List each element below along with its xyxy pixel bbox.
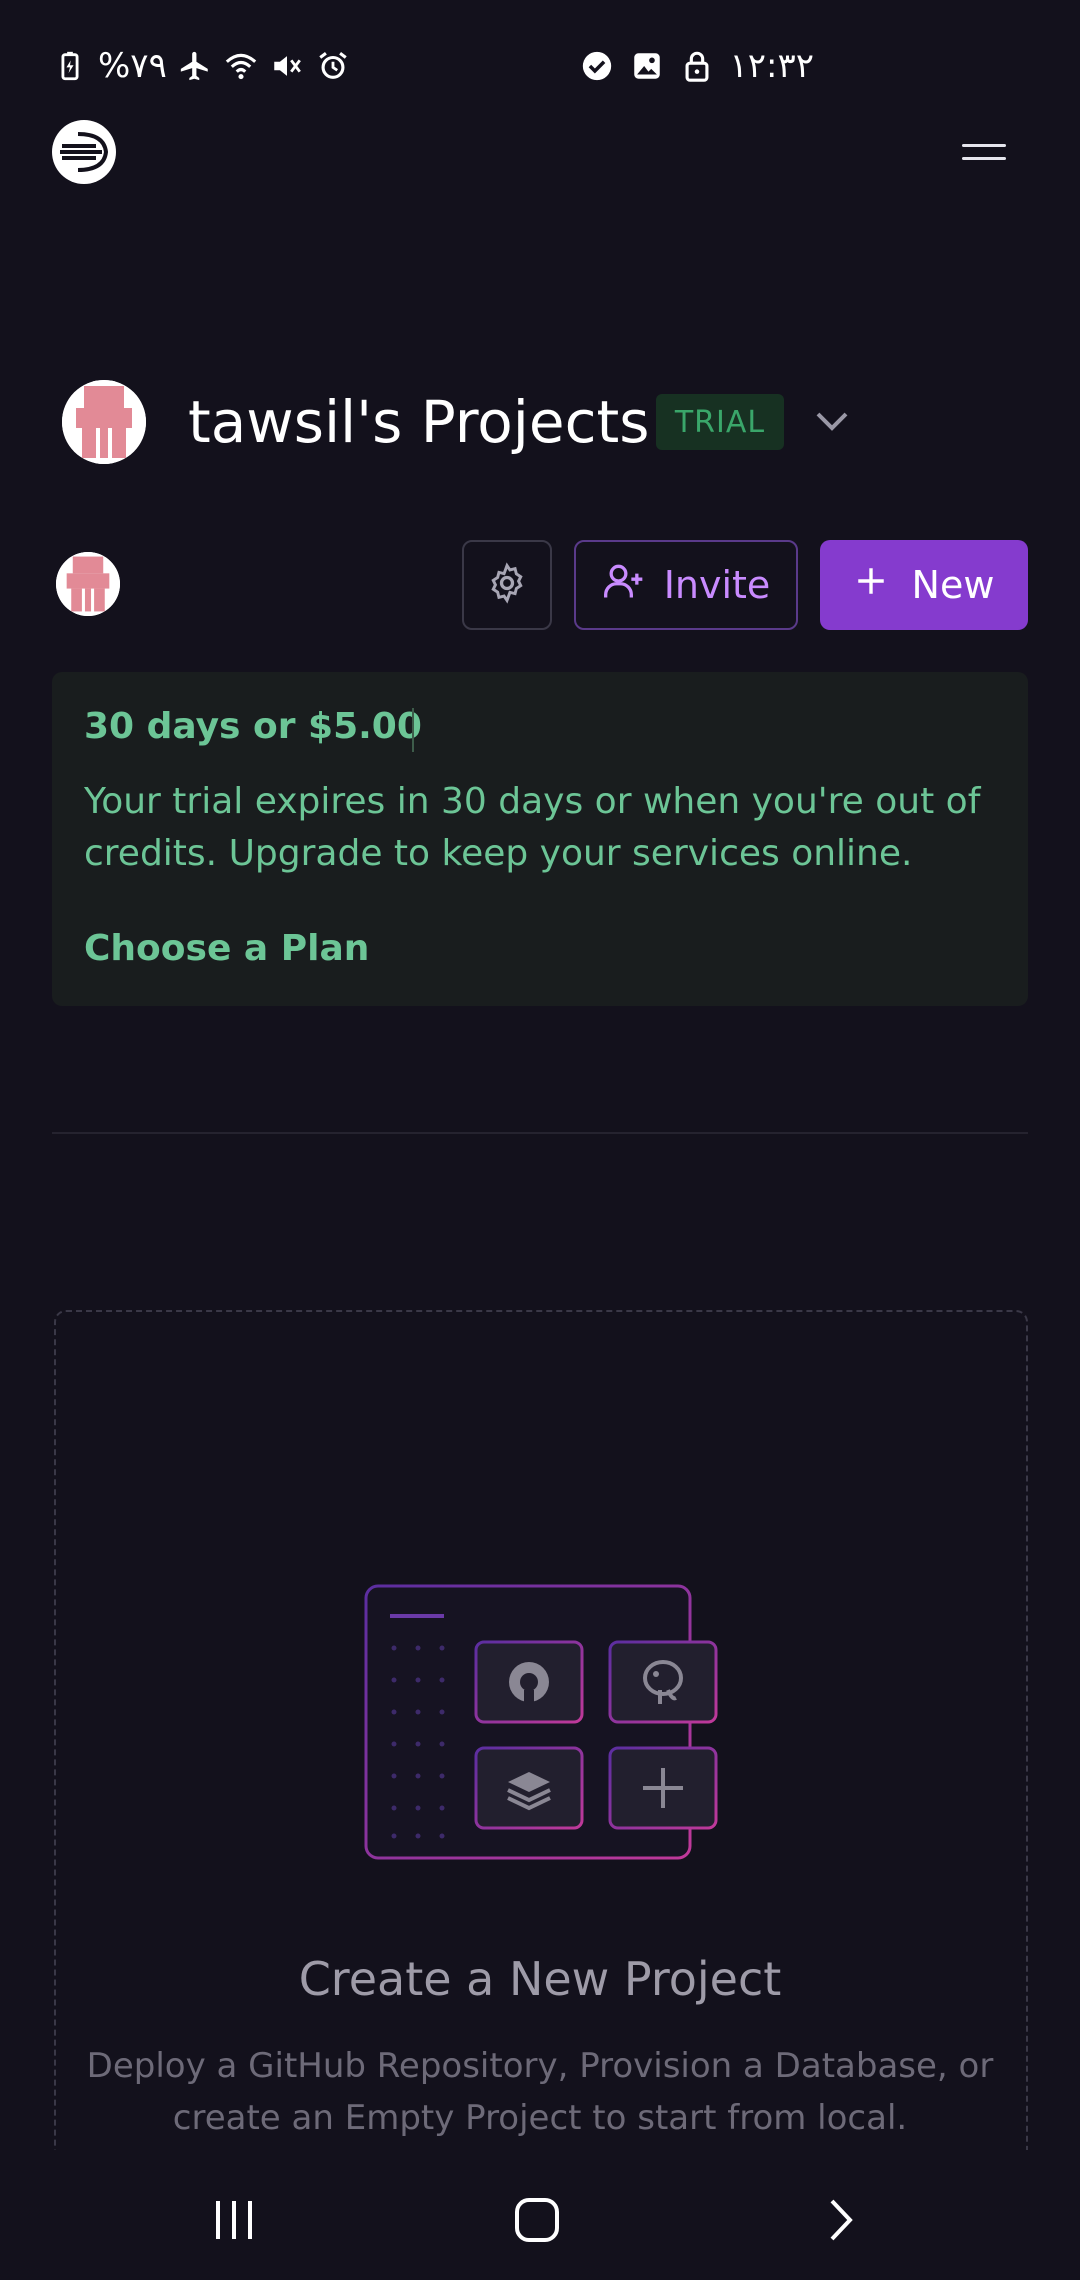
new-label: New [911,563,995,607]
new-project-illustration [360,1580,730,1870]
menu-icon[interactable] [962,134,1006,170]
trial-badge: TRIAL [656,394,784,450]
empty-state-title: Create a New Project [298,1952,782,2006]
wifi-icon [223,48,259,84]
divider [52,1132,1028,1134]
invite-button[interactable]: Invite [574,540,798,630]
status-bar: %۷۹ ۱۲:۳۲ [0,0,1080,130]
empty-state-description: Deploy a GitHub Repository, Provision a … [86,2046,994,2138]
battery-percent: %۷۹ [98,46,167,86]
user-plus-icon [602,559,646,612]
railway-logo-icon[interactable] [52,120,116,184]
back-icon[interactable] [804,2190,874,2250]
plus-icon [854,563,888,607]
status-right: ۱۲:۳۲ [579,46,814,86]
trial-description: Your trial expires in 30 days or when yo… [84,781,981,874]
status-left: %۷۹ [52,46,351,86]
page-title: tawsil's Projects [188,388,650,456]
choose-plan-link[interactable]: Choose a Plan [84,928,369,969]
gear-icon [485,561,529,609]
invite-label: Invite [663,563,771,607]
recent-apps-icon[interactable] [200,2190,270,2250]
lock-icon [679,48,715,84]
trial-card: 30 days or $5.00 Your trial expires in 3… [52,672,1028,1006]
alarm-icon [315,48,351,84]
home-icon[interactable] [502,2190,572,2250]
airplane-icon [177,48,213,84]
status-time: ۱۲:۳۲ [729,46,814,86]
battery-icon [52,48,88,84]
trial-separator [412,708,414,752]
menu-line [962,144,1006,147]
settings-button[interactable] [462,540,552,630]
trial-amount: 30 days or $5.00 [84,706,422,747]
system-nav-bar [0,2150,1080,2280]
check-circle-icon [579,48,615,84]
image-icon [629,48,665,84]
new-project-button[interactable]: New [820,540,1028,630]
user-avatar[interactable] [56,552,120,616]
chevron-down-icon[interactable] [812,404,852,440]
project-avatar [62,380,146,464]
menu-line [962,157,1006,160]
mute-icon [269,48,305,84]
